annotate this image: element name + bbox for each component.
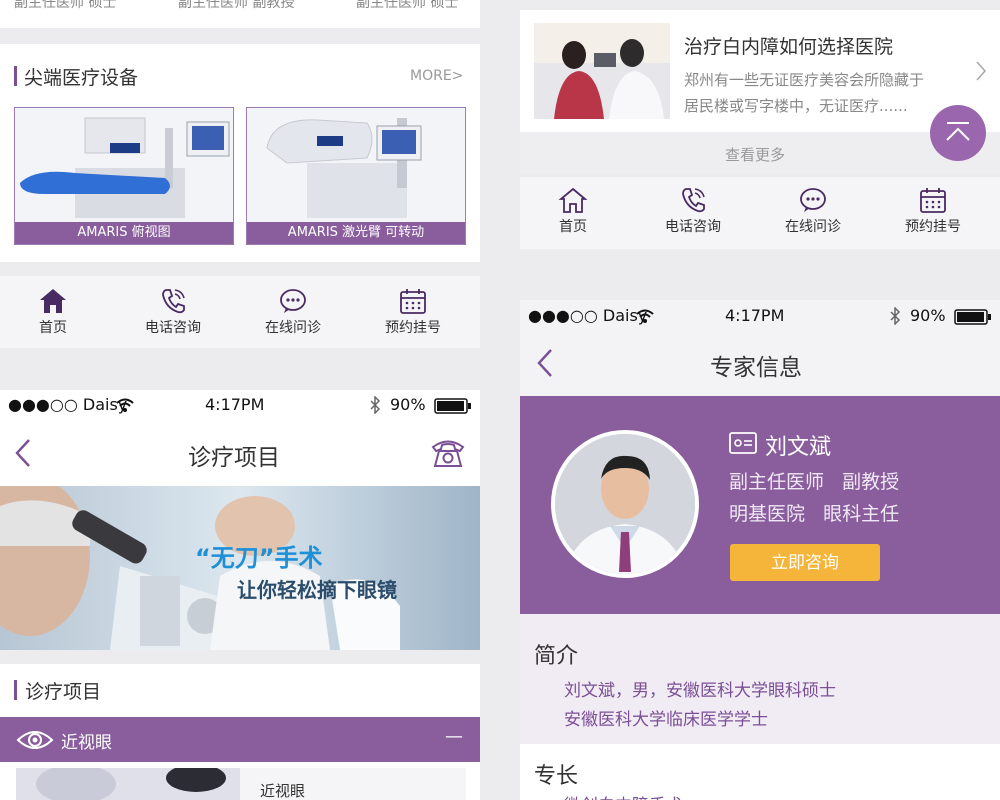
article-title: 治疗白内障如何选择医院 bbox=[684, 36, 894, 58]
wifi-icon bbox=[636, 309, 654, 323]
id-card-icon bbox=[729, 432, 757, 454]
status-battery: 90% bbox=[390, 395, 426, 414]
tab-bar: 首页 电话咨询 在线问诊 预约挂号 bbox=[520, 177, 1000, 249]
back-icon[interactable] bbox=[536, 348, 554, 378]
laser-arm-image bbox=[247, 108, 465, 223]
status-battery: 90% bbox=[910, 306, 946, 325]
equipment-title: 尖端医疗设备 bbox=[24, 67, 139, 89]
promo-banner[interactable]: “无刀”手术 让你轻松摘下眼镜 bbox=[0, 486, 480, 650]
banner-line-2: 让你轻松摘下眼镜 bbox=[237, 578, 397, 602]
specialty-section: 专长 微创白内障手术 bbox=[520, 744, 1000, 800]
doctor-title: 副主任医师 副教授 bbox=[729, 471, 900, 493]
calendar-icon bbox=[400, 289, 426, 314]
tab-phone[interactable]: 电话咨询 bbox=[643, 186, 743, 236]
tab-phone-label: 电话咨询 bbox=[145, 320, 201, 336]
home-icon bbox=[40, 289, 66, 313]
tab-home-label: 首页 bbox=[39, 320, 67, 336]
intro-line-1: 刘文斌，男，安徽医科大学眼科硕士 bbox=[564, 681, 836, 701]
tab-chat[interactable]: 在线问诊 bbox=[763, 186, 863, 236]
accordion-myopia[interactable]: 近视眼 — bbox=[0, 717, 480, 762]
laser-machine-image bbox=[15, 108, 233, 223]
article-thumbnail bbox=[534, 23, 670, 119]
right-header: ●●●○○ Daisy 4:17PM 90% 专家信息 bbox=[520, 300, 1000, 396]
tab-appointment-label: 预约挂号 bbox=[385, 320, 441, 336]
back-icon[interactable] bbox=[14, 438, 32, 468]
tab-phone-label: 电话咨询 bbox=[665, 219, 721, 235]
tab-chat[interactable]: 在线问诊 bbox=[243, 287, 343, 337]
nav-title: 诊疗项目 bbox=[188, 445, 280, 471]
equipment-caption-2: AMARIS 激光臂 可转动 bbox=[247, 222, 465, 244]
more-link[interactable]: MORE> bbox=[410, 68, 463, 84]
doctor-name: 刘文斌 bbox=[765, 435, 832, 460]
equipment-section: 尖端医疗设备 MORE> AMARIS 俯视图 AMARIS 激光臂 可转动 bbox=[0, 44, 480, 262]
tab-appointment[interactable]: 预约挂号 bbox=[883, 186, 983, 236]
arrow-up-icon bbox=[946, 122, 970, 141]
equipment-card-2[interactable]: AMARIS 激光臂 可转动 bbox=[246, 107, 466, 245]
phone-icon bbox=[682, 188, 705, 213]
nav-title: 专家信息 bbox=[710, 355, 802, 381]
intro-section: 简介 刘文斌，男，安徽医科大学眼科硕士 安徽医科大学临床医学学士 bbox=[520, 614, 1000, 744]
section-bar bbox=[14, 680, 17, 700]
equipment-card-1[interactable]: AMARIS 俯视图 bbox=[14, 107, 234, 245]
status-time: 4:17PM bbox=[205, 395, 265, 414]
accordion-label: 近视眼 bbox=[61, 733, 112, 753]
article-desc-2: 居民楼或写字楼中，无证医疗...... bbox=[684, 97, 908, 115]
battery-icon bbox=[954, 309, 991, 325]
doctor-hospital: 明基医院 眼科主任 bbox=[729, 503, 900, 525]
tab-phone[interactable]: 电话咨询 bbox=[123, 287, 223, 337]
project-item-title: 近视眼 bbox=[260, 782, 306, 800]
wifi-icon bbox=[116, 398, 134, 412]
see-more-row[interactable]: 查看更多 bbox=[520, 132, 1000, 174]
tab-chat-label: 在线问诊 bbox=[785, 219, 841, 235]
chat-icon bbox=[800, 188, 826, 212]
tab-bar: 首页 电话咨询 在线问诊 预约挂号 bbox=[0, 276, 480, 348]
specialty-heading: 专长 bbox=[534, 764, 579, 789]
banner-line-1: “无刀”手术 bbox=[195, 544, 323, 572]
project-item[interactable]: 近视眼 bbox=[16, 768, 466, 800]
tab-chat-label: 在线问诊 bbox=[265, 320, 321, 336]
right-screen: 治疗白内障如何选择医院 郑州有一些无证医疗美容会所隐藏于 居民楼或写字楼中，无证… bbox=[520, 0, 1000, 800]
see-more-link[interactable]: 查看更多 bbox=[725, 144, 785, 165]
section-bar bbox=[14, 66, 17, 86]
tab-home-label: 首页 bbox=[559, 219, 587, 235]
tab-appointment[interactable]: 预约挂号 bbox=[363, 287, 463, 337]
telephone-icon[interactable] bbox=[430, 436, 466, 470]
avatar bbox=[551, 430, 699, 578]
doctor-list-card: 副主任医师 硕士 副主任医师 副教授 副主任医师 硕士 bbox=[0, 0, 480, 28]
article-card[interactable]: 治疗白内障如何选择医院 郑州有一些无证医疗美容会所隐藏于 居民楼或写字楼中，无证… bbox=[520, 10, 1000, 132]
doctor-photo bbox=[555, 434, 695, 574]
battery-icon bbox=[434, 398, 471, 414]
tab-appointment-label: 预约挂号 bbox=[905, 219, 961, 235]
chevron-right-icon[interactable] bbox=[974, 60, 988, 82]
bluetooth-icon bbox=[370, 396, 381, 414]
doctor-title-3: 副主任医师 硕士 bbox=[356, 0, 459, 11]
chat-icon bbox=[280, 289, 306, 313]
tab-home[interactable]: 首页 bbox=[3, 287, 103, 337]
tab-home[interactable]: 首页 bbox=[523, 186, 623, 236]
doctor-title-1: 副主任医师 硕士 bbox=[14, 0, 117, 11]
eye-icon bbox=[16, 731, 54, 749]
intro-heading: 简介 bbox=[534, 644, 579, 669]
status-carrier: ●●●○○ Daisy bbox=[528, 306, 648, 325]
collapse-icon[interactable]: — bbox=[445, 726, 463, 747]
consult-button[interactable]: 立即咨询 bbox=[730, 544, 880, 581]
phone-icon bbox=[162, 289, 185, 314]
scroll-top-button[interactable] bbox=[930, 105, 986, 161]
status-time: 4:17PM bbox=[725, 306, 785, 325]
bluetooth-icon bbox=[890, 307, 901, 325]
projects-title: 诊疗项目 bbox=[25, 681, 102, 703]
left-header: ●●●○○ Daisy 4:17PM 90% 诊疗项目 bbox=[0, 390, 480, 486]
article-desc-1: 郑州有一些无证医疗美容会所隐藏于 bbox=[684, 71, 925, 89]
specialty-line-1: 微创白内障手术 bbox=[564, 791, 683, 800]
calendar-icon bbox=[920, 188, 946, 213]
intro-line-2: 安徽医科大学临床医学学士 bbox=[564, 710, 768, 730]
left-screen: 副主任医师 硕士 副主任医师 副教授 副主任医师 硕士 尖端医疗设备 MORE>… bbox=[0, 0, 480, 800]
home-icon bbox=[558, 187, 588, 213]
doctor-title-2: 副主任医师 副教授 bbox=[178, 0, 295, 11]
projects-section: 诊疗项目 近视眼 — 近视眼 bbox=[0, 664, 480, 800]
project-thumbnail bbox=[16, 768, 240, 800]
status-carrier: ●●●○○ Daisy bbox=[8, 395, 128, 414]
equipment-caption-1: AMARIS 俯视图 bbox=[15, 222, 233, 244]
doctor-profile: 刘文斌 副主任医师 副教授 明基医院 眼科主任 立即咨询 bbox=[520, 396, 1000, 614]
